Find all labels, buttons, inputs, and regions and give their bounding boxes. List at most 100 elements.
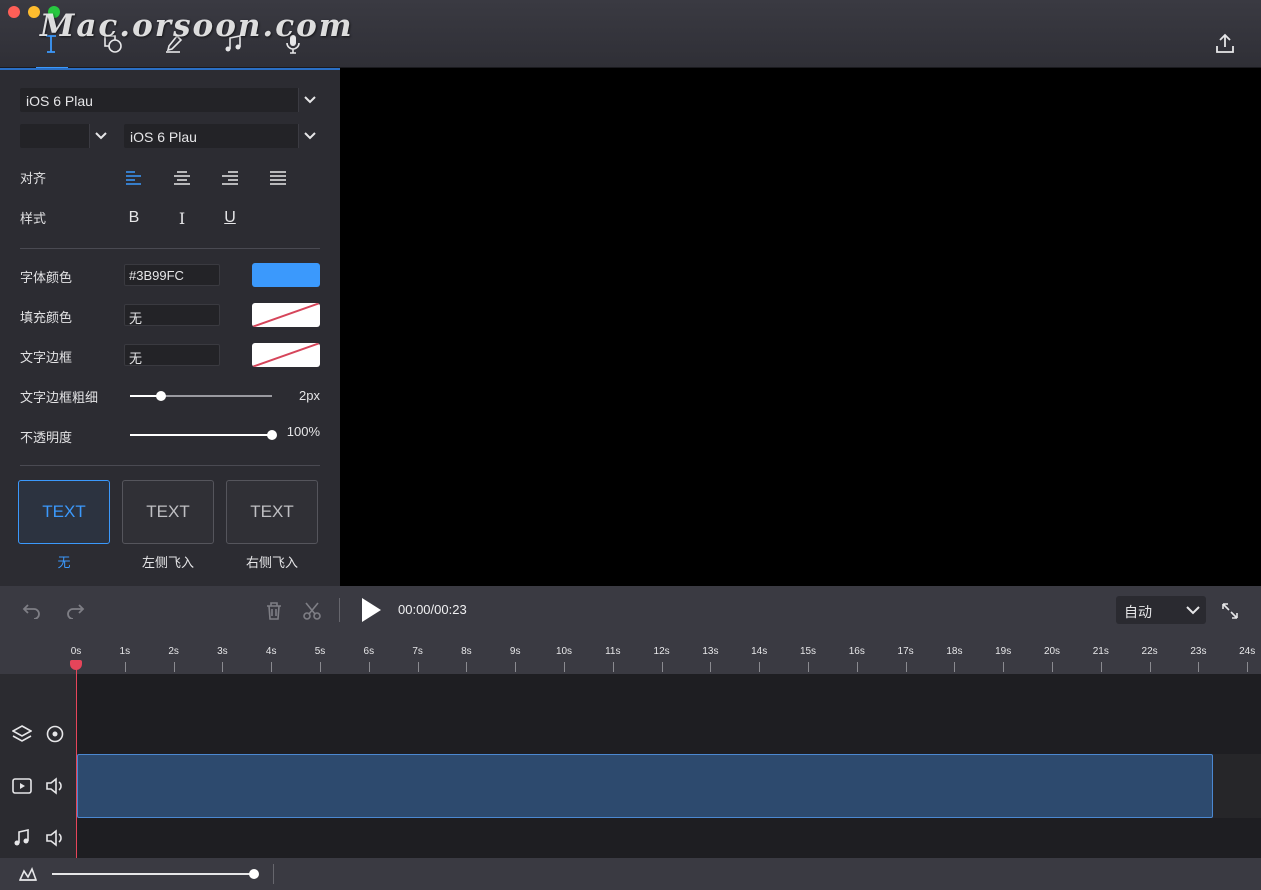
ruler-tick-label: 0s — [70, 646, 82, 657]
align-justify-icon — [270, 171, 286, 185]
stroke-color-swatch[interactable] — [252, 343, 320, 367]
ruler-tick — [661, 662, 663, 672]
share-export-icon[interactable] — [1213, 32, 1237, 56]
expand-icon — [1222, 603, 1238, 619]
ruler-tick — [368, 662, 370, 672]
chevron-down-icon — [89, 124, 111, 148]
tab-shapes[interactable] — [96, 28, 130, 60]
trash-icon — [267, 602, 281, 620]
tab-brush[interactable] — [156, 28, 190, 60]
opacity-slider-fill — [130, 434, 272, 436]
tab-text[interactable] — [34, 28, 68, 60]
preset-none-label: 无 — [57, 555, 71, 570]
speaker-icon[interactable] — [44, 775, 66, 797]
italic-button[interactable]: I — [170, 206, 194, 230]
ruler-tick-label: 5s — [314, 646, 326, 657]
play-button[interactable] — [358, 597, 384, 623]
ruler-tick — [856, 662, 858, 672]
ruler-tick — [417, 662, 419, 672]
underline-button[interactable]: U — [218, 206, 242, 230]
ruler-tick-label: 22s — [1141, 646, 1158, 657]
align-left-button[interactable] — [122, 166, 146, 190]
video-preview[interactable] — [340, 68, 1261, 586]
brush-icon — [166, 34, 183, 53]
ruler-tick — [271, 662, 273, 672]
music-note-icon[interactable] — [11, 827, 33, 849]
ruler-tick — [1003, 662, 1005, 672]
tab-music[interactable] — [216, 28, 250, 60]
font-variant-value: iOS 6 Plau — [130, 129, 197, 145]
delete-button[interactable] — [262, 599, 286, 623]
style-label: 样式 — [20, 211, 47, 226]
align-center-button[interactable] — [170, 166, 194, 190]
text-track[interactable] — [76, 674, 1261, 754]
microphone-icon — [286, 35, 300, 54]
ruler-tick — [1247, 662, 1249, 672]
ruler-tick-label: 20s — [1043, 646, 1061, 657]
speed-select[interactable]: 自动 — [1116, 596, 1206, 624]
minimize-window-button[interactable] — [28, 6, 40, 18]
ruler-tick — [515, 662, 517, 672]
ruler-tick-label: 1s — [119, 646, 131, 657]
ruler-tick-label: 11s — [605, 646, 621, 657]
music-note-icon — [225, 35, 241, 52]
ruler-tick-label: 21s — [1092, 646, 1109, 657]
stroke-width-slider-thumb[interactable] — [156, 391, 166, 401]
close-window-button[interactable] — [8, 6, 20, 18]
ruler-tick-label: 16s — [848, 646, 865, 657]
shapes-icon — [104, 35, 122, 53]
tab-voice[interactable] — [276, 28, 310, 60]
speaker-icon[interactable] — [44, 827, 66, 849]
font-variant-select[interactable]: iOS 6 Plau — [124, 124, 320, 148]
zoom-slider-thumb[interactable] — [249, 869, 259, 879]
preset-fly-right-label: 右侧飞入 — [245, 555, 298, 570]
video-clip[interactable] — [77, 754, 1213, 818]
ruler-tick — [710, 662, 712, 672]
no-color-icon — [252, 303, 320, 327]
align-right-button[interactable] — [218, 166, 242, 190]
ruler-tick-label: 17s — [897, 646, 914, 657]
font-size-select[interactable] — [20, 124, 111, 148]
ruler-tick-label: 23s — [1190, 646, 1207, 657]
font-color-field[interactable]: #3B99FC — [124, 264, 220, 286]
zoom-slider[interactable] — [52, 873, 254, 875]
opacity-label: 不透明度 — [20, 430, 73, 445]
chevron-down-icon — [1186, 603, 1200, 619]
ruler-tick-label: 2s — [168, 646, 179, 657]
stroke-label: 文字边框 — [20, 350, 73, 365]
opacity-value: 100% — [286, 424, 320, 439]
ruler-tick-label: 24s — [1239, 646, 1256, 657]
app-window: Mac.orsoon.com iOS 6 Plau iOS 6 Plau 对齐 … — [0, 0, 1261, 890]
chevron-down-icon — [298, 88, 320, 112]
ruler-tick-label: 8s — [461, 646, 472, 657]
layers-icon[interactable] — [11, 723, 33, 745]
ruler-tick-label: 12s — [653, 646, 670, 657]
font-color-swatch[interactable] — [252, 263, 320, 287]
cut-button[interactable] — [300, 599, 324, 623]
audio-track[interactable] — [76, 818, 1261, 858]
font-family-select[interactable]: iOS 6 Plau — [20, 88, 320, 112]
undo-button[interactable] — [20, 599, 44, 623]
fill-color-field[interactable]: 无 — [124, 304, 220, 326]
stroke-color-field[interactable]: 无 — [124, 344, 220, 366]
align-justify-button[interactable] — [266, 166, 290, 190]
opacity-slider-thumb[interactable] — [267, 430, 277, 440]
visibility-icon[interactable] — [44, 723, 66, 745]
bold-button[interactable]: B — [122, 206, 146, 230]
redo-button[interactable] — [63, 599, 87, 623]
waveform-icon[interactable] — [17, 863, 39, 885]
timeline-ruler[interactable]: 0s 1s 2s 3s 4s 5s 6s 7s 8s 9s 10s 11s 12s 13s 14s 15s 16… — [0, 636, 1261, 674]
video-clip-icon[interactable] — [11, 775, 33, 797]
preset-none[interactable]: TEXT — [18, 480, 110, 544]
preset-fly-right[interactable]: TEXT — [226, 480, 318, 544]
fullscreen-button[interactable] — [1218, 599, 1242, 623]
transport-bar: 00:00/00:23 自动 — [0, 586, 1261, 636]
ruler-tick — [173, 662, 175, 672]
zoom-window-button[interactable] — [48, 6, 60, 18]
fill-color-swatch[interactable] — [252, 303, 320, 327]
preset-fly-left[interactable]: TEXT — [122, 480, 214, 544]
ruler-tick — [222, 662, 224, 672]
no-color-icon — [252, 343, 320, 367]
ruler-tick — [564, 662, 565, 672]
ruler-tick — [1052, 662, 1053, 672]
